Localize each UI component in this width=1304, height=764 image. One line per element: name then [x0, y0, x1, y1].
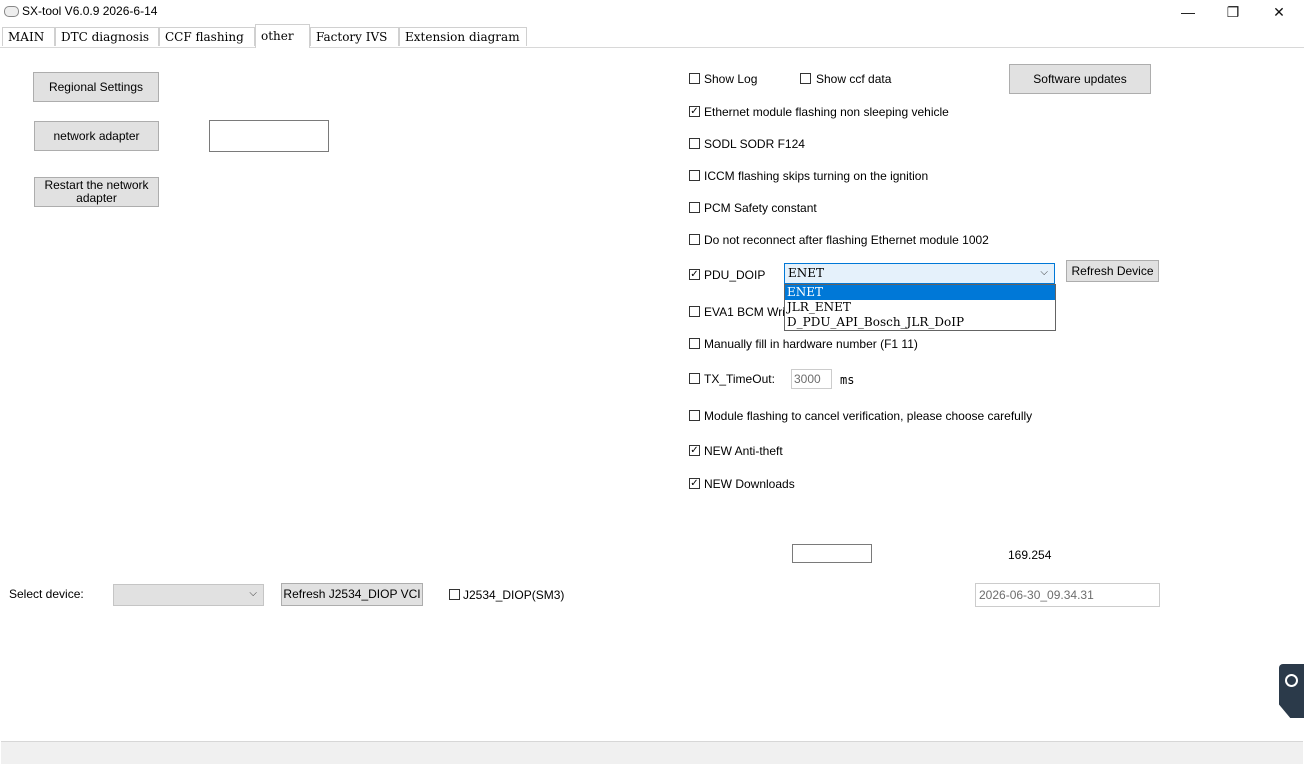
- tab-other[interactable]: other: [255, 24, 310, 48]
- software-updates-button[interactable]: Software updates: [1009, 64, 1151, 94]
- ip-prefix-label: 169.254: [1008, 548, 1052, 562]
- tab-dtc-diagnosis[interactable]: DTC diagnosis: [55, 27, 159, 46]
- close-button[interactable]: ✕: [1256, 0, 1302, 24]
- no-reconnect-checkbox[interactable]: [689, 234, 700, 245]
- tab-main[interactable]: MAIN: [2, 27, 55, 46]
- chevron-down-icon: ⌵: [1040, 267, 1048, 278]
- tx-timeout-checkbox[interactable]: [689, 373, 700, 384]
- pdu-dropdown-list: ENET JLR_ENET D_PDU_API_Bosch_JLR_DoIP: [784, 284, 1056, 331]
- eva1-label: EVA1 BCM Write: [704, 305, 795, 319]
- app-icon: [4, 6, 19, 17]
- j2534-sm3-label: J2534_DIOP(SM3): [463, 588, 565, 602]
- select-device-label: Select device:: [9, 587, 84, 601]
- cancel-verify-checkbox[interactable]: [689, 410, 700, 421]
- timestamp-field: 2026-06-30_09.34.31: [975, 583, 1160, 607]
- tx-timeout-input[interactable]: 3000: [791, 369, 832, 389]
- tab-ccf-flashing[interactable]: CCF flashing: [159, 27, 255, 46]
- remote-support-widget[interactable]: [1279, 664, 1304, 718]
- restore-button[interactable]: ❐: [1210, 0, 1256, 24]
- manual-hw-checkbox[interactable]: [689, 338, 700, 349]
- ip-input[interactable]: [792, 544, 872, 563]
- remote-icon: [1285, 674, 1298, 687]
- downloads-label: NEW Downloads: [704, 477, 795, 491]
- restart-network-adapter-button[interactable]: Restart the network adapter: [34, 177, 159, 207]
- eva1-checkbox[interactable]: [689, 306, 700, 317]
- dropdown-option-jlr-enet[interactable]: JLR_ENET: [785, 300, 1055, 315]
- minimize-button[interactable]: —: [1165, 0, 1211, 24]
- show-log-checkbox[interactable]: [689, 73, 700, 84]
- iccm-checkbox[interactable]: [689, 170, 700, 181]
- pdu-combo-value: ENET: [788, 266, 825, 280]
- status-bar: [1, 741, 1303, 764]
- anti-theft-label: NEW Anti-theft: [704, 444, 783, 458]
- show-ccf-label: Show ccf data: [816, 72, 892, 86]
- pdu-doip-checkbox[interactable]: ✓: [689, 269, 700, 280]
- sodl-checkbox[interactable]: [689, 138, 700, 149]
- pdu-doip-label: PDU_DOIP: [704, 268, 766, 282]
- refresh-device-button[interactable]: Refresh Device: [1066, 260, 1159, 282]
- pdu-combo[interactable]: ENET ⌵: [784, 263, 1055, 284]
- dropdown-option-enet[interactable]: ENET: [785, 285, 1055, 300]
- cancel-verify-label: Module flashing to cancel verification, …: [704, 409, 1033, 423]
- ethernet-flash-label: Ethernet module flashing non sleeping ve…: [704, 105, 949, 119]
- refresh-j2534-button[interactable]: Refresh J2534_DIOP VCI: [281, 583, 423, 606]
- j2534-sm3-checkbox[interactable]: [449, 589, 460, 600]
- pcm-checkbox[interactable]: [689, 202, 700, 213]
- dropdown-option-bosch-doip[interactable]: D_PDU_API_Bosch_JLR_DoIP: [785, 315, 1055, 330]
- show-ccf-checkbox[interactable]: [800, 73, 811, 84]
- title-bar: SX-tool V6.0.9 2026-6-14 — ❐ ✕: [0, 0, 1304, 24]
- anti-theft-checkbox[interactable]: ✓: [689, 445, 700, 456]
- tab-strip: MAIN DTC diagnosis CCF flashing other Fa…: [0, 24, 1304, 48]
- network-adapter-field[interactable]: [209, 120, 329, 152]
- tab-factory-ivs[interactable]: Factory IVS: [310, 27, 399, 46]
- sodl-label: SODL SODR F124: [704, 137, 805, 151]
- manual-hw-label: Manually fill in hardware number (F1 11): [704, 337, 918, 351]
- restart-label-line2: adapter: [76, 191, 117, 205]
- downloads-checkbox[interactable]: ✓: [689, 478, 700, 489]
- pcm-label: PCM Safety constant: [704, 201, 817, 215]
- ethernet-flash-checkbox[interactable]: ✓: [689, 106, 700, 117]
- window-title: SX-tool V6.0.9 2026-6-14: [22, 4, 158, 18]
- tx-timeout-label: TX_TimeOut:: [704, 372, 775, 386]
- no-reconnect-label: Do not reconnect after flashing Ethernet…: [704, 233, 989, 247]
- select-device-dropdown[interactable]: ⌵: [113, 584, 264, 606]
- iccm-label: ICCM flashing skips turning on the ignit…: [704, 169, 929, 183]
- regional-settings-button[interactable]: Regional Settings: [33, 72, 159, 102]
- network-adapter-button[interactable]: network adapter: [34, 121, 159, 151]
- show-log-label: Show Log: [704, 72, 758, 86]
- chevron-down-icon: ⌵: [249, 588, 257, 599]
- tx-timeout-unit: ms: [840, 373, 855, 387]
- tab-extension-diagram[interactable]: Extension diagram: [399, 27, 527, 46]
